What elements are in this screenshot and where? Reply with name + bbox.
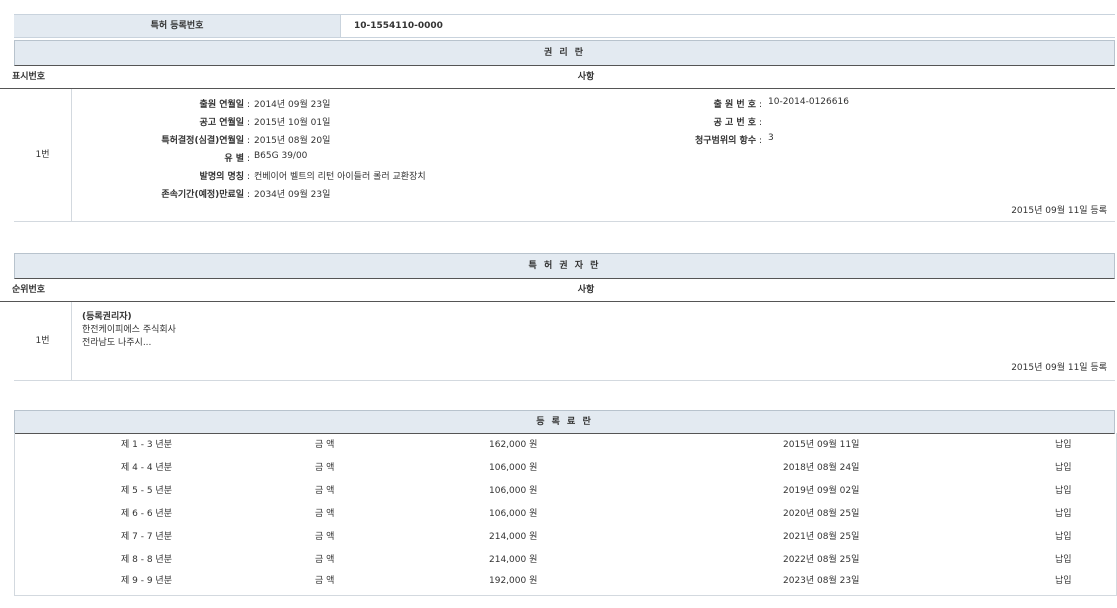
table-row: 제 9 - 9 년분 금 액 192,000 원 2023년 08월 23일 납… [15,572,1116,590]
fee-amount: 106,000 원 [489,482,537,500]
fee-amount: 214,000 원 [489,528,537,546]
rights-fields: 출원 연월일 : 2014년 09월 23일 공고 연월일 : 2015년 10… [0,97,1115,207]
fee-amount: 214,000 원 [489,551,537,569]
field-value: 2015년 08월 20일 [254,133,330,146]
fee-status: 납입 [1055,459,1072,477]
fee-amount-label: 금 액 [315,459,334,477]
holder-type: (등록권리자) [82,311,176,324]
rights-registration-date: 2015년 09월 11일 등록 [1011,203,1107,216]
holder-column-header: 순위번호 사항 [0,279,1115,302]
field-label: 청구범위의 항수 : [522,133,762,146]
table-row: 제 4 - 4 년분 금 액 106,000 원 2018년 08월 24일 납… [15,459,1116,477]
fee-section-title: 등 록 료 란 [14,410,1115,434]
fee-status: 납입 [1055,436,1072,454]
field-label: 출원 연월일 : [10,97,250,110]
fee-period: 제 8 - 8 년분 [121,551,172,569]
holder-row: 1번 (등록권리자) 한전케이피에스 주식회사 전라남도 나주시... 2015… [14,302,1115,381]
registration-row: 특허 등록번호 10-1554110-0000 [14,14,1115,38]
fee-date: 2018년 08월 24일 [783,459,859,477]
table-row: 제 7 - 7 년분 금 액 214,000 원 2021년 08월 25일 납… [15,528,1116,546]
table-row: 제 6 - 6 년분 금 액 106,000 원 2020년 08월 25일 납… [15,505,1116,523]
fee-amount-label: 금 액 [315,528,334,546]
holder-details: (등록권리자) 한전케이피에스 주식회사 전라남도 나주시... [82,311,176,350]
fee-table: 제 1 - 3 년분 금 액 162,000 원 2015년 09월 11일 납… [14,433,1117,596]
fee-date: 2019년 09월 02일 [783,482,859,500]
holder-col-no: 순위번호 [0,279,57,301]
field-label: 특허결정(심결)연월일 : [10,133,250,146]
fee-amount-label: 금 액 [315,505,334,523]
fee-amount-label: 금 액 [315,436,334,454]
fee-amount: 106,000 원 [489,505,537,523]
fee-period: 제 9 - 9 년분 [121,572,172,590]
field-value: 컨베이어 벨트의 리턴 아이들러 롤러 교환장치 [254,169,426,182]
table-row: 제 8 - 8 년분 금 액 214,000 원 2022년 08월 25일 납… [15,551,1116,569]
fee-status: 납입 [1055,505,1072,523]
fee-status: 납입 [1055,572,1072,590]
field-value: 2014년 09월 23일 [254,97,330,110]
fee-period: 제 5 - 5 년분 [121,482,172,500]
fee-amount-label: 금 액 [315,572,334,590]
fee-status: 납입 [1055,528,1072,546]
fee-amount: 106,000 원 [489,459,537,477]
fee-date: 2020년 08월 25일 [783,505,859,523]
holder-row-number: 1번 [14,302,72,380]
fee-date: 2023년 08월 23일 [783,572,859,590]
rights-section-title: 권 리 란 [14,40,1115,66]
field-value: 2015년 10월 01일 [254,115,330,128]
holder-address: 전라남도 나주시... [82,337,176,350]
fee-period: 제 4 - 4 년분 [121,459,172,477]
holder-name: 한전케이피에스 주식회사 [82,324,176,337]
table-row: 제 5 - 5 년분 금 액 106,000 원 2019년 09월 02일 납… [15,482,1116,500]
fee-date: 2015년 09월 11일 [783,436,859,454]
registration-number: 10-1554110-0000 [354,15,443,37]
field-value: 10-2014-0126616 [768,97,849,107]
fee-amount-label: 금 액 [315,482,334,500]
fee-date: 2021년 08월 25일 [783,528,859,546]
field-label: 출 원 번 호 : [522,97,762,110]
holder-col-matter: 사항 [57,279,1115,301]
rights-col-matter: 사항 [57,66,1115,88]
field-value: B65G 39/00 [254,151,307,161]
fee-amount: 192,000 원 [489,572,537,590]
field-value: 2034년 09월 23일 [254,187,330,200]
fee-period: 제 7 - 7 년분 [121,528,172,546]
fee-amount-label: 금 액 [315,551,334,569]
rights-column-header: 표시번호 사항 [0,66,1115,89]
field-label: 유 별 : [10,151,250,164]
fee-status: 납입 [1055,482,1072,500]
fee-period: 제 1 - 3 년분 [121,436,172,454]
field-value: 3 [768,133,774,143]
fee-amount: 162,000 원 [489,436,537,454]
fee-date: 2022년 08월 25일 [783,551,859,569]
rights-col-no: 표시번호 [0,66,57,88]
field-label: 존속기간(예정)만료일 : [10,187,250,200]
holder-registration-date: 2015년 09월 11일 등록 [1011,360,1107,373]
field-label: 공 고 번 호 : [522,115,762,128]
registration-label: 특허 등록번호 [14,15,341,37]
fee-status: 납입 [1055,551,1072,569]
field-label: 공고 연월일 : [10,115,250,128]
field-label: 발명의 명칭 : [10,169,250,182]
table-row: 제 1 - 3 년분 금 액 162,000 원 2015년 09월 11일 납… [15,436,1116,454]
holder-section-title: 특 허 권 자 란 [14,253,1115,279]
fee-period: 제 6 - 6 년분 [121,505,172,523]
